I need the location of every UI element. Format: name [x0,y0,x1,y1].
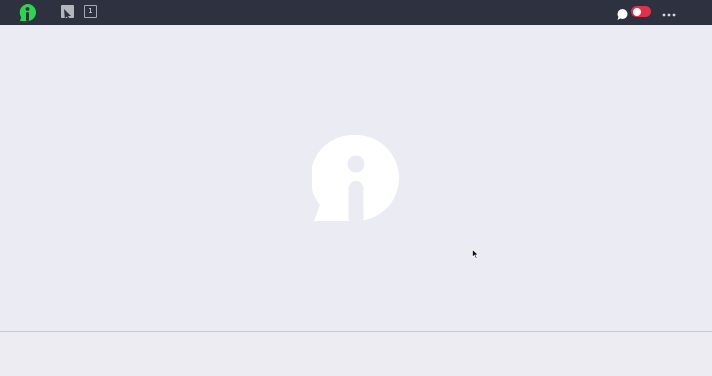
page-count-badge[interactable]: 1 [84,5,97,18]
info-logo-icon [310,134,400,225]
top-toolbar: 1 [0,0,712,25]
mouse-pointer-icon [472,244,479,259]
app-logo-icon[interactable] [18,3,37,22]
toggle-switch[interactable] [631,6,651,17]
chat-button[interactable] [616,6,629,20]
chat-bubble-icon [617,9,628,20]
cursor-arrow-icon [64,9,71,19]
bottom-panel [0,332,712,376]
select-tool-button[interactable] [61,5,74,19]
more-horizontal-icon [662,13,676,17]
app-window: 1 [0,0,712,376]
main-canvas[interactable] [0,25,712,331]
more-options-button[interactable] [661,6,677,18]
toggle-knob [633,7,641,16]
